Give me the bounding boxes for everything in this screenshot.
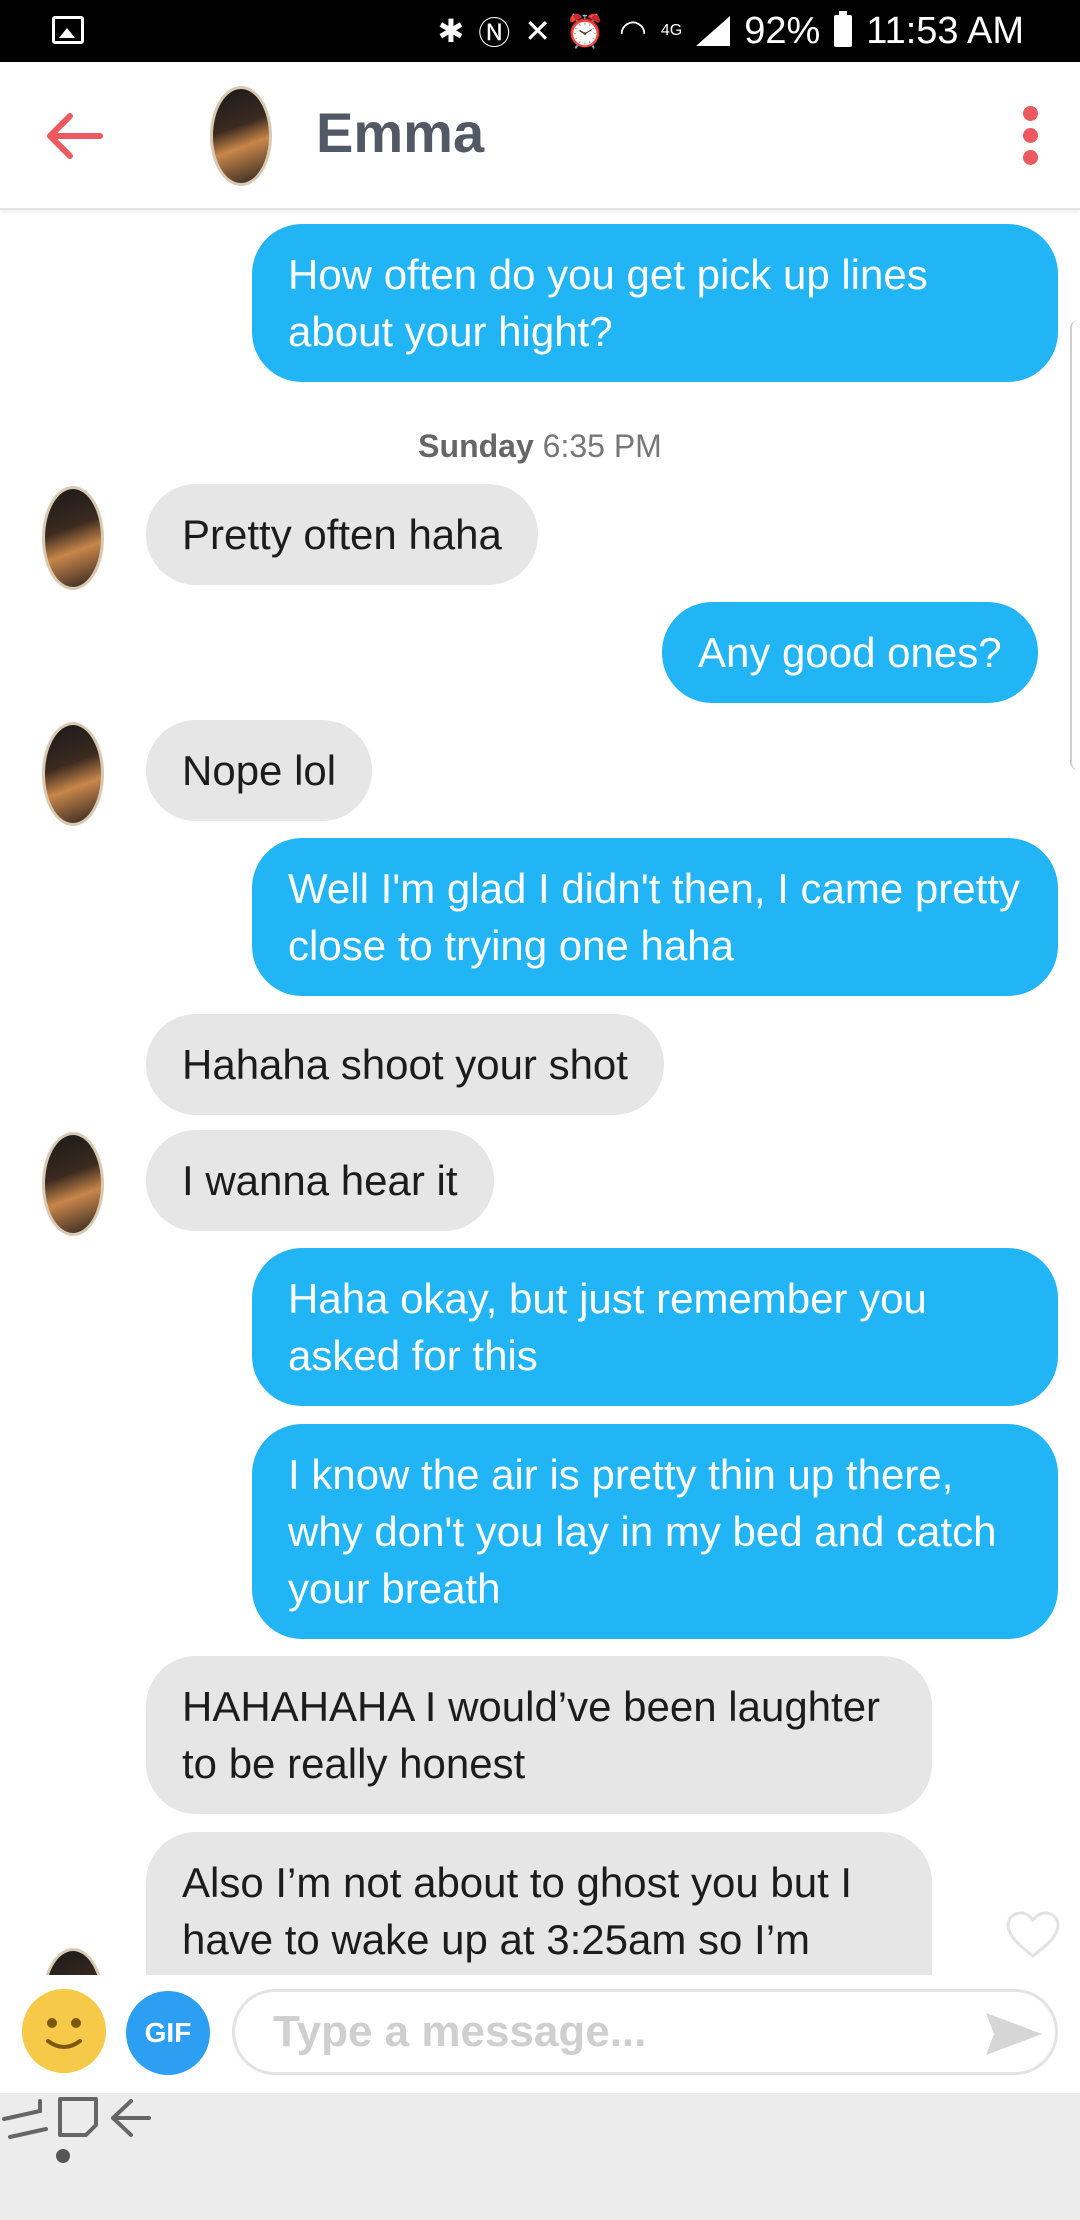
- emoji-icon[interactable]: [22, 1989, 106, 2073]
- contact-avatar-small[interactable]: [42, 486, 104, 590]
- home-button-icon[interactable]: [54, 2093, 102, 2141]
- nfc-icon: Ⓝ: [478, 15, 511, 51]
- alarm-icon: ⏰: [565, 13, 605, 49]
- gif-button[interactable]: GIF: [126, 1991, 210, 2075]
- system-nav-bar: [0, 2093, 1080, 2220]
- bluetooth-icon: ✱: [437, 13, 465, 49]
- mute-icon: ✕: [524, 13, 552, 49]
- message-list[interactable]: How often do you get pick up lines about…: [0, 210, 1080, 1975]
- timestamp-time: 6:35 PM: [542, 428, 662, 464]
- send-icon[interactable]: [984, 2009, 1044, 2059]
- composer-bar: GIF: [0, 1975, 1080, 2093]
- contact-avatar-small[interactable]: [42, 1132, 104, 1236]
- contact-avatar-small[interactable]: [42, 722, 104, 826]
- outgoing-message[interactable]: I know the air is pretty thin up there, …: [252, 1424, 1058, 1639]
- back-arrow-icon[interactable]: [40, 110, 106, 162]
- incoming-message[interactable]: Pretty often haha: [146, 484, 538, 585]
- incoming-message[interactable]: HAHAHAHA I would’ve been laughter to be …: [146, 1656, 932, 1814]
- battery-icon: [834, 11, 853, 47]
- more-options-icon[interactable]: [1020, 106, 1040, 166]
- incoming-message[interactable]: Also I’m not about to ghost you but I ha…: [146, 1832, 932, 1975]
- status-indicators: ✱ Ⓝ ✕ ⏰ ◠ 4G 92% 11:53 AM: [437, 8, 1024, 54]
- battery-percent: 92%: [744, 9, 821, 52]
- outgoing-message[interactable]: Well I'm glad I didn't then, I came pret…: [252, 838, 1058, 996]
- contact-avatar[interactable]: [210, 86, 272, 186]
- outgoing-message[interactable]: How often do you get pick up lines about…: [252, 224, 1058, 382]
- chat-header: Emma: [0, 62, 1080, 210]
- contact-avatar-small[interactable]: [42, 1948, 104, 1975]
- incoming-message[interactable]: Nope lol: [146, 720, 373, 821]
- message-timestamp: Sunday 6:35 PM: [0, 428, 1080, 465]
- status-bar: ✱ Ⓝ ✕ ⏰ ◠ 4G 92% 11:53 AM: [0, 0, 1080, 62]
- clock: 11:53 AM: [866, 9, 1024, 52]
- like-heart-icon[interactable]: [1005, 1910, 1061, 1960]
- incoming-message[interactable]: I wanna hear it: [146, 1130, 494, 1231]
- outgoing-message[interactable]: Haha okay, but just remember you asked f…: [252, 1248, 1058, 1406]
- back-nav-icon[interactable]: [107, 2095, 153, 2141]
- nav-dot-icon[interactable]: [56, 2149, 70, 2163]
- message-input[interactable]: [232, 1989, 1058, 2075]
- outgoing-message[interactable]: Any good ones?: [662, 602, 1038, 703]
- wifi-icon: ◠: [618, 13, 647, 49]
- signal-icon: [696, 16, 731, 46]
- scrollbar[interactable]: [1070, 320, 1080, 770]
- network-type: 4G: [660, 22, 683, 39]
- incoming-message[interactable]: Hahaha shoot your shot: [146, 1014, 664, 1115]
- timestamp-day: Sunday: [418, 428, 534, 464]
- recent-apps-icon[interactable]: [0, 2097, 50, 2141]
- contact-name[interactable]: Emma: [316, 100, 484, 165]
- gallery-notification-icon: [52, 16, 84, 44]
